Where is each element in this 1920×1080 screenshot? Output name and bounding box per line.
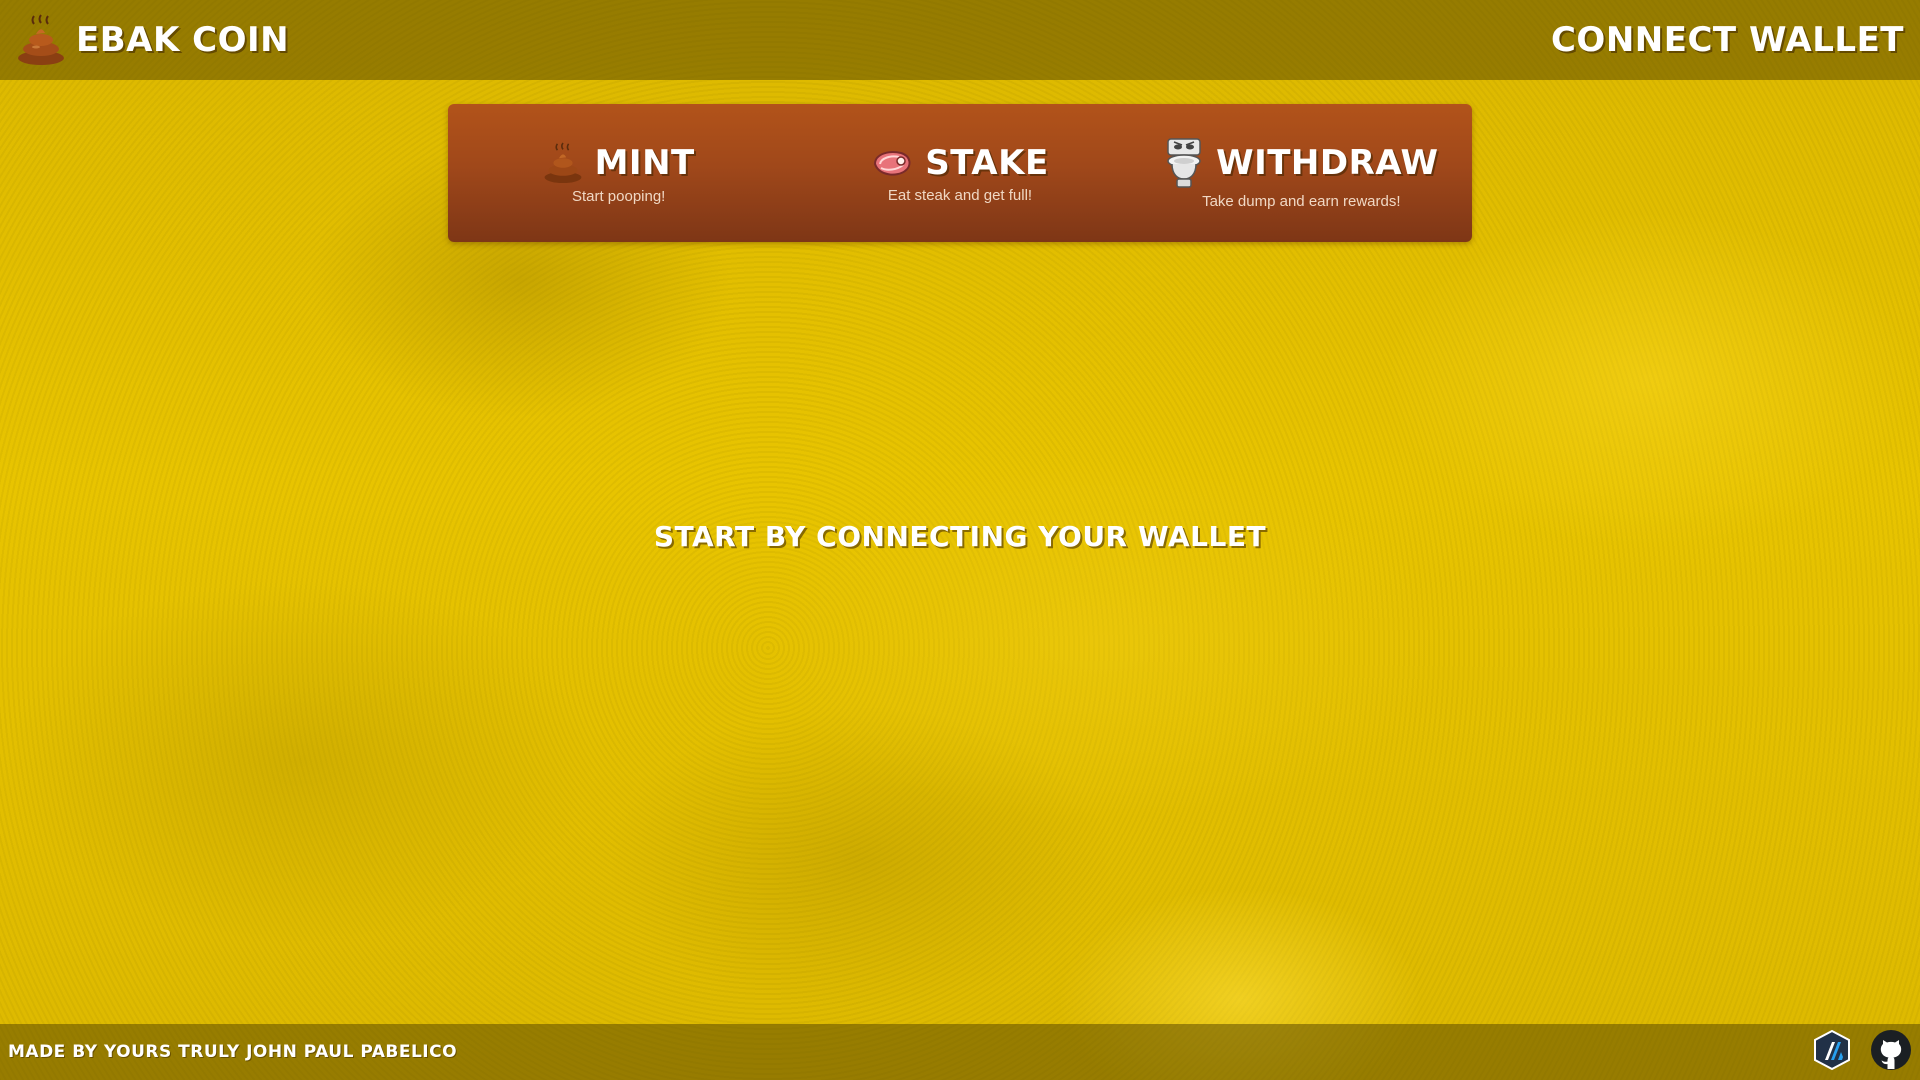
nav-title-mint: MINT [594, 142, 695, 183]
footer: MADE BY YOURS TRULY JOHN PAUL PABELICO [0, 1024, 1920, 1080]
nav-subtitle-stake: Eat steak and get full! [887, 186, 1033, 204]
nav-subtitle-withdraw: Take dump and earn rewards! [1202, 192, 1401, 210]
action-nav: MINT Start pooping! STAKE Eat steak and … [448, 104, 1472, 242]
footer-credit: MADE BY YOURS TRULY JOHN PAUL PABELICO [8, 1042, 458, 1062]
arbitrum-icon[interactable] [1812, 1029, 1852, 1075]
poop-icon [16, 14, 66, 66]
nav-item-withdraw[interactable]: WITHDRAW Take dump and earn rewards! [1151, 137, 1451, 210]
brand[interactable]: EBAK COIN [16, 14, 289, 66]
nav-item-stake[interactable]: STAKE Eat steak and get full! [810, 143, 1110, 204]
nav-item-mint[interactable]: MINT Start pooping! [469, 142, 769, 205]
nav-subtitle-mint: Start pooping! [571, 187, 666, 205]
steak-icon [871, 148, 913, 178]
nav-title-withdraw: WITHDRAW [1216, 142, 1439, 183]
connect-wallet-prompt: START BY CONNECTING YOUR WALLET [653, 520, 1267, 553]
toilet-icon [1164, 137, 1204, 189]
top-bar: EBAK COIN CONNECT WALLET [0, 0, 1920, 80]
footer-links [1812, 1029, 1912, 1075]
brand-title: EBAK COIN [76, 20, 290, 60]
connect-wallet-button[interactable]: CONNECT WALLET [1551, 20, 1904, 60]
nav-title-stake: STAKE [925, 142, 1049, 183]
poop-icon [543, 142, 583, 184]
github-icon[interactable] [1870, 1029, 1912, 1075]
